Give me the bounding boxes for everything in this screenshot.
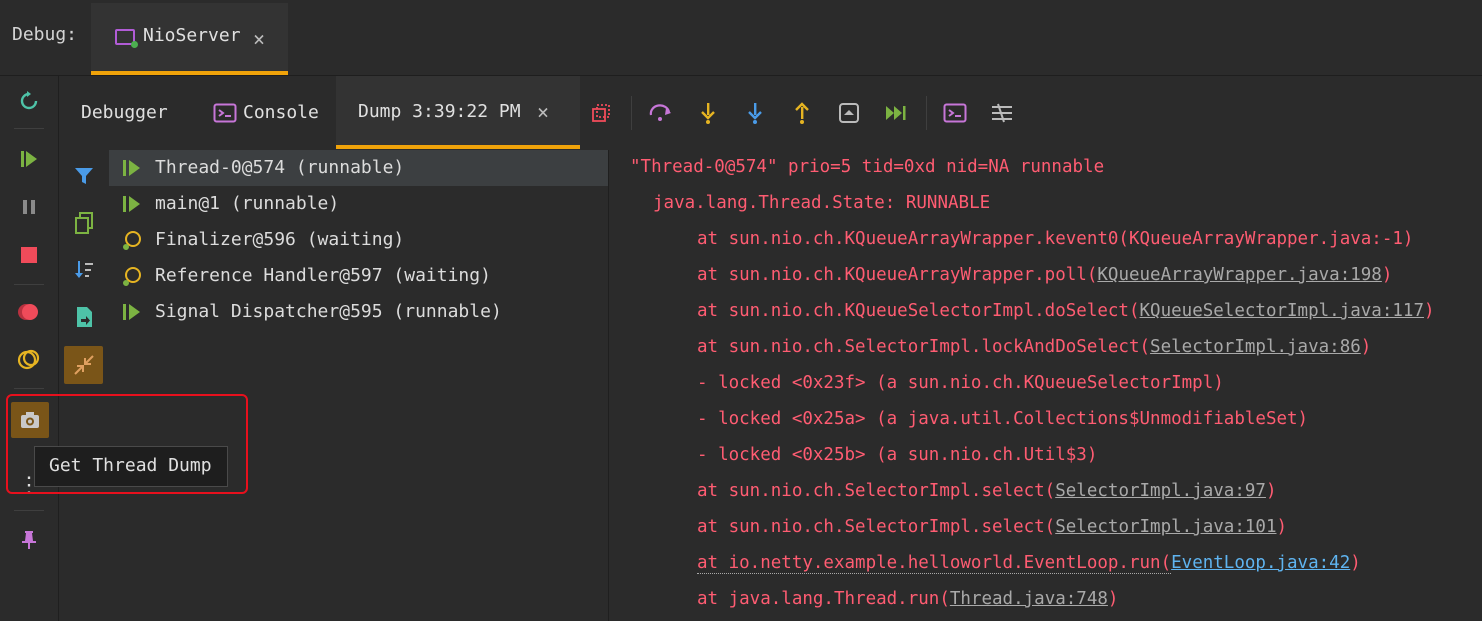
merge-icon[interactable] <box>64 346 103 384</box>
thread-label: main@1 (runnable) <box>155 193 340 214</box>
source-link[interactable]: KQueueArrayWrapper.java:198 <box>1097 265 1381 285</box>
stack-frame: at sun.nio.ch.KQueueSelectorImpl.doSelec… <box>697 301 1435 321</box>
stack-frame: at sun.nio.ch.SelectorImpl.select(Select… <box>697 517 1288 537</box>
trace-icon[interactable] <box>987 98 1017 128</box>
stack-frame: at sun.nio.ch.KQueueArrayWrapper.poll(KQ… <box>697 265 1393 285</box>
thread-dump-text: "Thread-0@574" prio=5 tid=0xd nid=NA run… <box>614 150 1482 621</box>
stack-frame: at sun.nio.ch.SelectorImpl.select(Select… <box>697 481 1277 501</box>
session-tab-nioserver[interactable]: NioServer × <box>91 3 288 75</box>
source-link[interactable]: SelectorImpl.java:97 <box>1055 481 1266 501</box>
export-icon[interactable] <box>68 301 100 333</box>
pause-icon[interactable] <box>12 190 46 224</box>
sort-icon[interactable] <box>68 254 100 286</box>
drop-frame-icon[interactable] <box>834 98 864 128</box>
thread-row[interactable]: Reference Handler@597 (waiting) <box>109 258 608 294</box>
dump-header: "Thread-0@574" prio=5 tid=0xd nid=NA run… <box>630 157 1105 177</box>
thread-running-icon <box>123 302 145 322</box>
restore-layout-icon[interactable] <box>586 98 616 128</box>
tab-dump[interactable]: Dump 3:39:22 PM × <box>336 76 580 149</box>
source-link[interactable]: SelectorImpl.java:86 <box>1150 337 1361 357</box>
tab-dump-label: Dump 3:39:22 PM <box>358 101 521 122</box>
source-link[interactable]: EventLoop.java:42 <box>1171 553 1350 573</box>
thread-list: Thread-0@574 (runnable) main@1 (runnable… <box>109 150 609 621</box>
copy-icon[interactable] <box>68 207 100 239</box>
pin-icon[interactable] <box>12 523 46 557</box>
tooltip-get-thread-dump: Get Thread Dump <box>34 446 228 487</box>
thread-running-icon <box>123 194 145 214</box>
tab-debugger-label: Debugger <box>81 102 168 123</box>
thread-label: Reference Handler@597 (waiting) <box>155 265 491 286</box>
step-into-icon[interactable] <box>693 98 723 128</box>
run-to-cursor-icon[interactable] <box>881 98 911 128</box>
close-dump-tab-icon[interactable]: × <box>537 100 549 124</box>
debug-tool-window-header: Debug: NioServer × <box>0 0 1482 76</box>
thread-row[interactable]: Thread-0@574 (runnable) <box>109 150 608 186</box>
mute-breakpoints-icon[interactable] <box>12 342 46 376</box>
dump-thread-state: java.lang.Thread.State: RUNNABLE <box>653 193 991 213</box>
thread-label: Signal Dispatcher@595 (runnable) <box>155 301 502 322</box>
filter-icon[interactable] <box>68 160 100 192</box>
thread-label: Finalizer@596 (waiting) <box>155 229 405 250</box>
lock-info: - locked <0x23f> (a sun.nio.ch.KQueueSel… <box>697 373 1224 393</box>
thread-row[interactable]: main@1 (runnable) <box>109 186 608 222</box>
stack-frame: at sun.nio.ch.SelectorImpl.lockAndDoSele… <box>697 337 1372 357</box>
tab-debugger[interactable]: Debugger <box>81 76 168 149</box>
source-link[interactable]: SelectorImpl.java:101 <box>1055 517 1276 537</box>
step-over-icon[interactable] <box>646 98 676 128</box>
step-out-icon[interactable] <box>787 98 817 128</box>
thread-label: Thread-0@574 (runnable) <box>155 157 405 178</box>
thread-row[interactable]: Finalizer@596 (waiting) <box>109 222 608 258</box>
stack-frame: at java.lang.Thread.run(Thread.java:748) <box>697 589 1119 609</box>
source-link[interactable]: KQueueSelectorImpl.java:117 <box>1140 301 1424 321</box>
debug-label: Debug: <box>12 24 78 45</box>
evaluate-icon[interactable] <box>940 98 970 128</box>
lock-info: - locked <0x25a> (a java.util.Collection… <box>697 409 1309 429</box>
lock-info: - locked <0x25b> (a sun.nio.ch.Util$3) <box>697 445 1098 465</box>
rerun-icon[interactable] <box>12 84 46 118</box>
thread-waiting-icon <box>123 266 145 286</box>
debug-actions-toolbar: ⋮ <box>0 76 59 621</box>
session-tab-label: NioServer <box>143 25 241 46</box>
tab-console[interactable]: Console <box>213 76 319 149</box>
tab-console-label: Console <box>243 102 319 123</box>
thread-running-icon <box>123 158 145 178</box>
stack-frame: at io.netty.example.helloworld.EventLoop… <box>697 553 1361 574</box>
view-breakpoints-icon[interactable] <box>12 295 46 329</box>
stack-frame: at sun.nio.ch.KQueueArrayWrapper.kevent0… <box>697 229 1414 249</box>
close-session-tab-icon[interactable]: × <box>253 27 265 51</box>
thread-row[interactable]: Signal Dispatcher@595 (runnable) <box>109 294 608 330</box>
console-icon <box>213 103 237 122</box>
threads-toolbar <box>59 150 108 621</box>
thread-waiting-icon <box>123 230 145 250</box>
debug-tabs-bar: Debugger Console Dump 3:39:22 PM × <box>59 76 1482 149</box>
resume-icon[interactable] <box>12 142 46 176</box>
run-config-icon <box>115 29 138 48</box>
stop-icon[interactable] <box>12 238 46 272</box>
source-link[interactable]: Thread.java:748 <box>950 589 1108 609</box>
force-step-into-icon[interactable] <box>740 98 770 128</box>
